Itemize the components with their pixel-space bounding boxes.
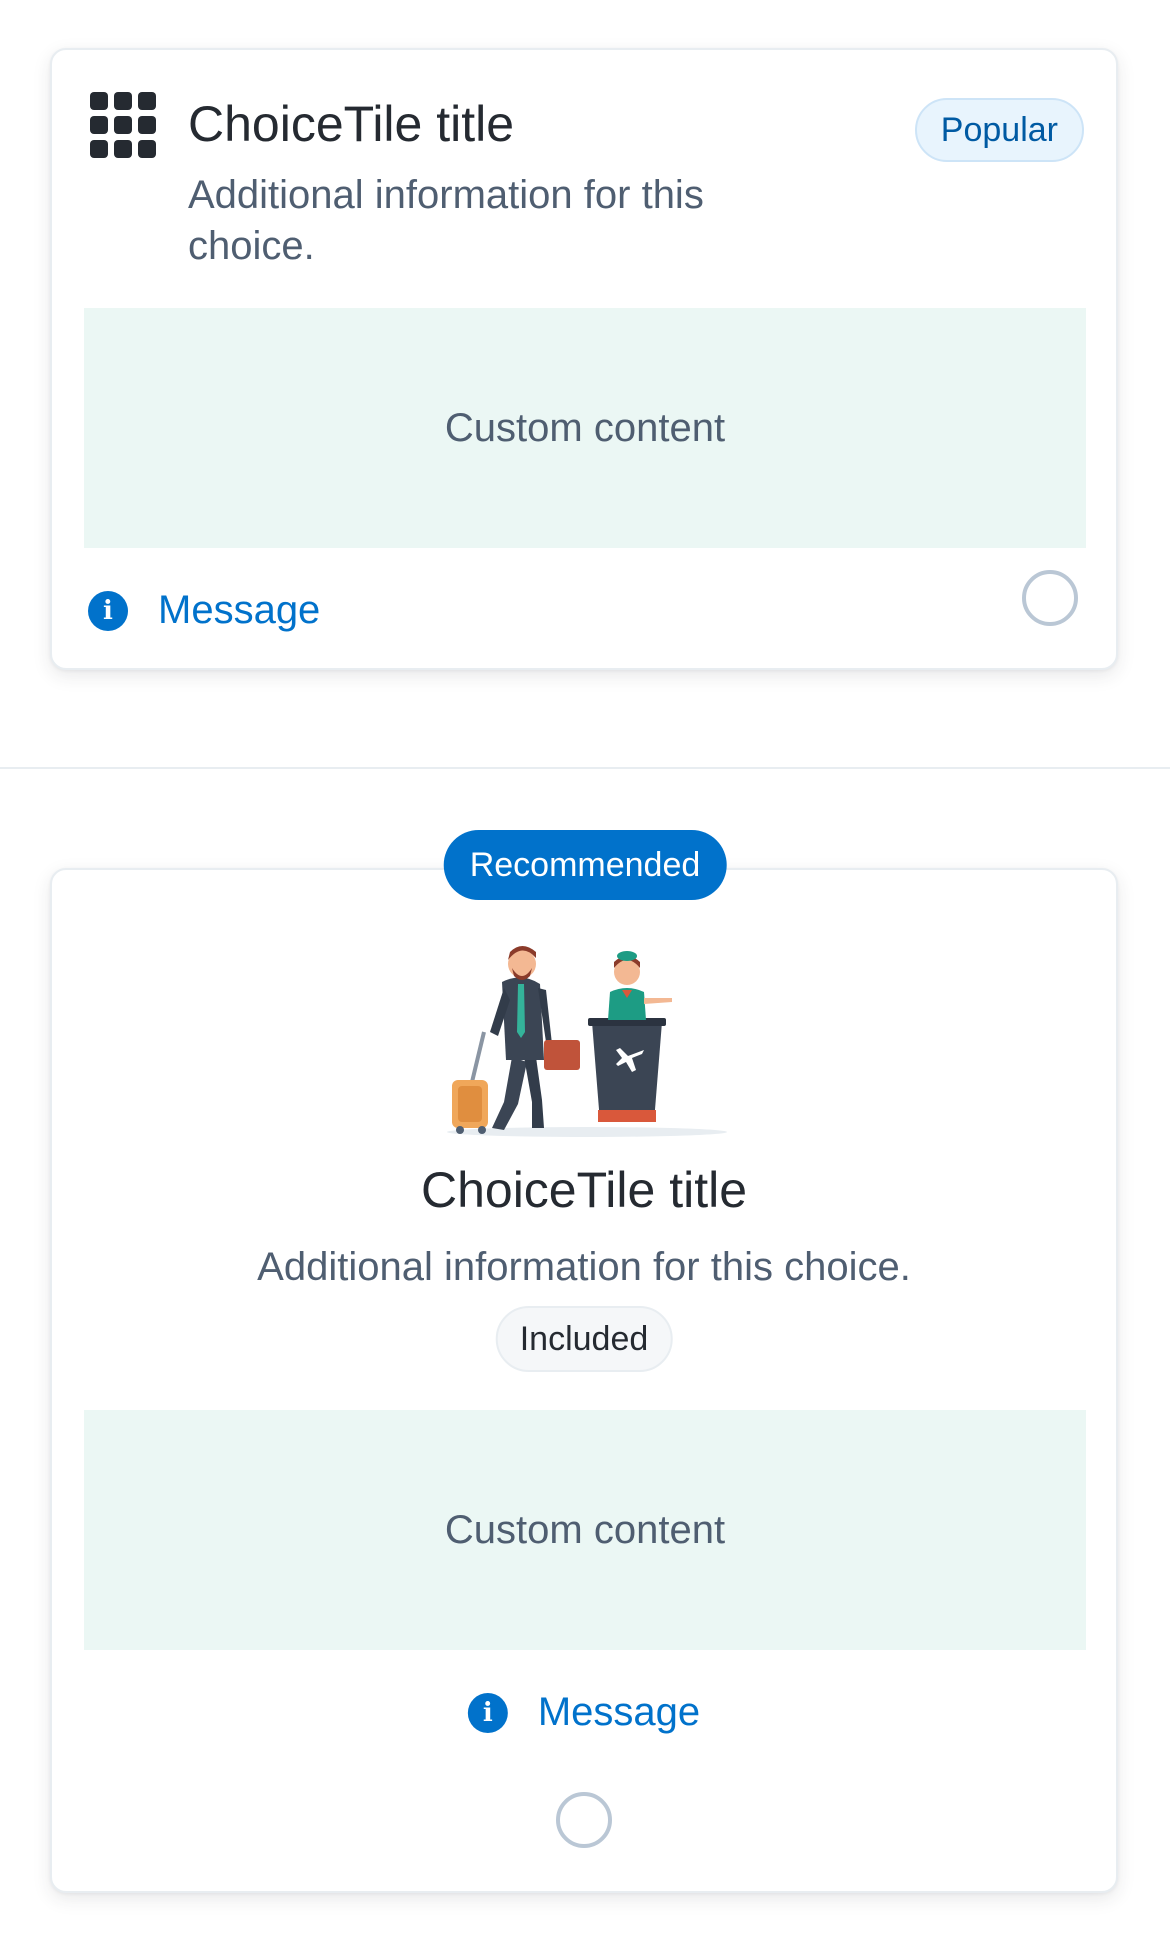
radio-button[interactable] bbox=[556, 1792, 612, 1848]
choice-tile-title: ChoiceTile title bbox=[188, 96, 515, 152]
message-link[interactable]: i Message bbox=[88, 588, 320, 633]
info-icon: i bbox=[88, 590, 128, 631]
choice-tile-title: ChoiceTile title bbox=[420, 1162, 748, 1218]
popular-badge: Popular bbox=[914, 98, 1084, 162]
info-icon: i bbox=[467, 1692, 508, 1733]
included-badge: Included bbox=[495, 1306, 673, 1372]
custom-content: Custom content bbox=[84, 1410, 1086, 1650]
choice-tile-description: Additional information for this choice. bbox=[188, 173, 704, 268]
message-label: Message bbox=[158, 588, 321, 632]
radio-button[interactable] bbox=[1022, 570, 1078, 626]
traveler-check-in-illustration bbox=[447, 946, 727, 1137]
choice-tile-popular[interactable]: ChoiceTile title Additional information … bbox=[50, 48, 1118, 670]
message-link[interactable]: i Message bbox=[467, 1690, 701, 1735]
recommended-badge: Recommended bbox=[443, 830, 727, 900]
custom-content: Custom content bbox=[84, 308, 1086, 548]
choice-tile-recommended[interactable]: ChoiceTile title Additional information … bbox=[50, 868, 1118, 1893]
message-label: Message bbox=[537, 1690, 701, 1734]
grid-icon bbox=[90, 92, 156, 158]
choice-tile-description: Additional information for this choice. bbox=[257, 1245, 911, 1289]
divider bbox=[0, 767, 1170, 769]
